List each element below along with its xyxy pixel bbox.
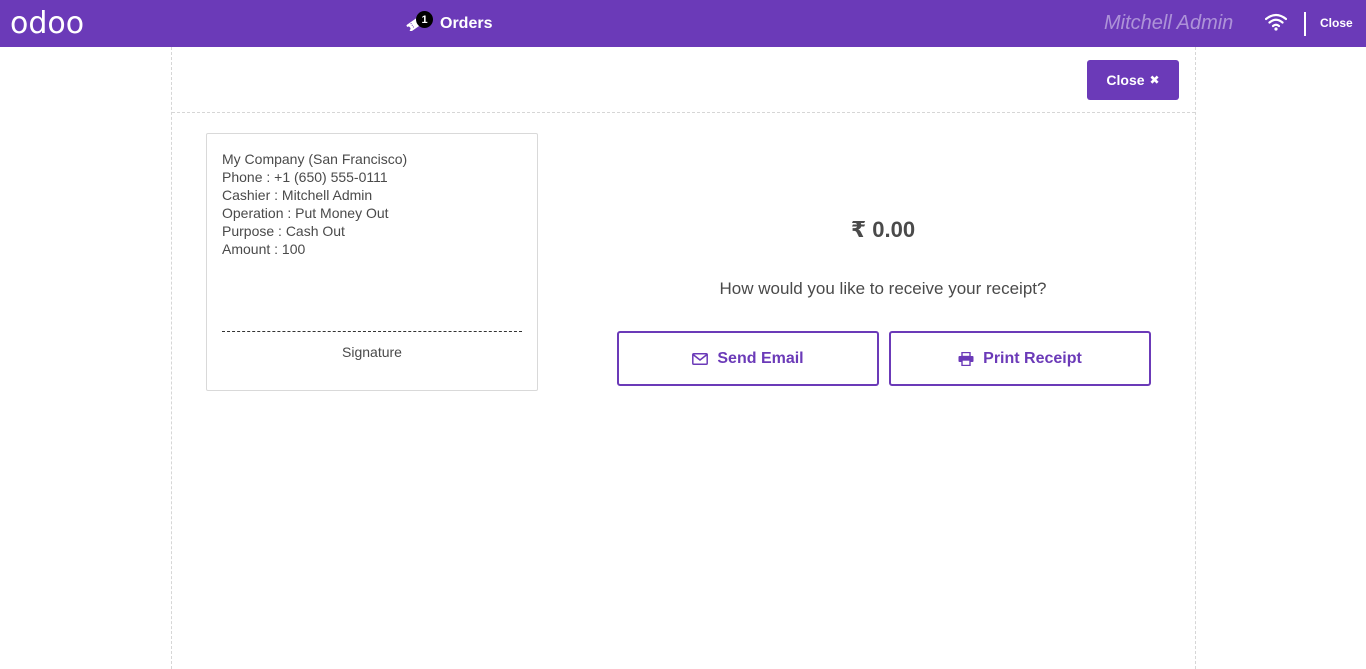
top-bar: odoo 1 Orders Mitchell Admin Close [0,0,1366,47]
signature-line [222,331,522,332]
cashier-name[interactable]: Mitchell Admin [1104,12,1233,35]
orders-button[interactable]: 1 Orders [404,8,492,40]
header-close-button[interactable]: Close [1320,16,1353,30]
total-amount: ₹ 0.00 [850,217,916,242]
close-button-label: Close [1106,72,1145,88]
signature-label: Signature [342,344,402,360]
envelope-icon [692,352,709,365]
send-email-label: Send Email [717,349,804,367]
print-receipt-button[interactable]: Print Receipt [889,331,1151,386]
screen-top-bar: Close ✖ [172,47,1195,113]
header-divider [1304,12,1306,36]
ticket-icon: 1 [404,11,433,37]
receipt-question: How would you like to receive your recei… [719,279,1047,298]
wifi-icon [1264,13,1288,36]
receipt-cashier: Cashier : Mitchell Admin [222,187,373,203]
receipt-phone: Phone : +1 (650) 555-0111 [222,169,388,185]
close-icon: ✖ [1149,73,1160,87]
receipt-preview: My Company (San Francisco) Phone : +1 (6… [206,133,538,391]
receipt-amount: Amount : 100 [222,241,306,257]
printer-icon [958,351,974,366]
orders-count-badge: 1 [416,11,433,28]
send-email-button[interactable]: Send Email [617,331,879,386]
receipt-screen: Close ✖ My Company (San Francisco) Phone… [171,47,1196,669]
receipt-company: My Company (San Francisco) [222,151,408,167]
close-screen-button[interactable]: Close ✖ [1087,60,1179,100]
odoo-logo: odoo [10,6,85,41]
receipt-purpose: Purpose : Cash Out [222,223,345,239]
receipt-operation: Operation : Put Money Out [222,205,389,221]
print-receipt-label: Print Receipt [983,349,1082,367]
orders-label: Orders [440,15,493,32]
